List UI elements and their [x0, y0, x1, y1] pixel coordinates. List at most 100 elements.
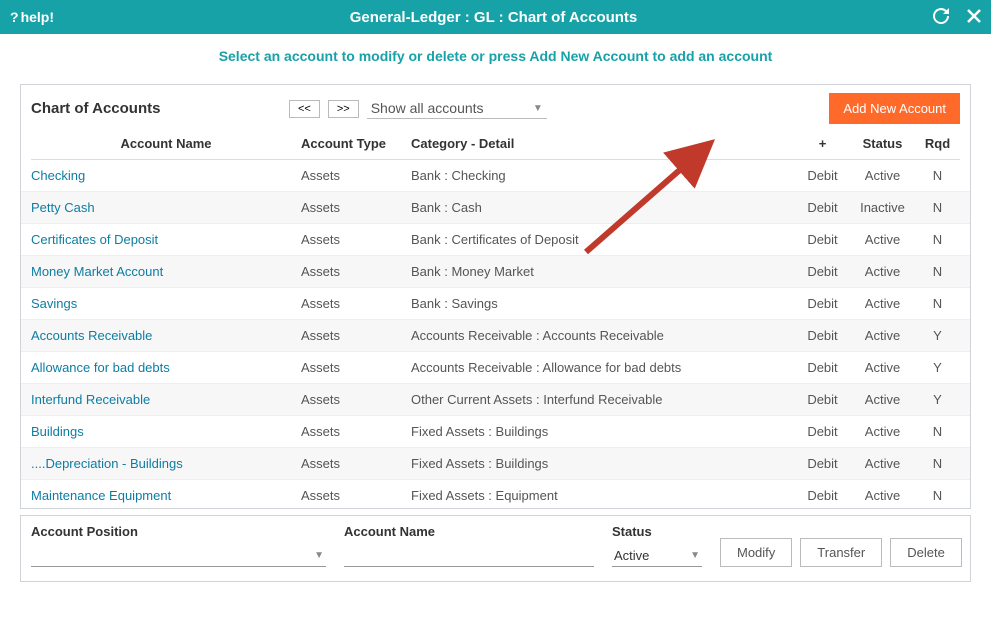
- account-category: Fixed Assets : Equipment: [411, 488, 795, 503]
- chevron-down-icon: ▼: [690, 550, 700, 561]
- account-category: Accounts Receivable : Accounts Receivabl…: [411, 328, 795, 343]
- account-link[interactable]: ....Depreciation - Buildings: [31, 456, 301, 471]
- table-row[interactable]: CheckingAssetsBank : CheckingDebitActive…: [21, 160, 970, 192]
- account-status: Active: [850, 168, 915, 183]
- table-row[interactable]: Accounts ReceivableAssetsAccounts Receiv…: [21, 320, 970, 352]
- account-rqd: N: [915, 296, 960, 311]
- help-icon: ?: [10, 9, 19, 25]
- account-position-label: Account Position: [31, 524, 326, 539]
- table-row[interactable]: Allowance for bad debtsAssetsAccounts Re…: [21, 352, 970, 384]
- account-rqd: N: [915, 200, 960, 215]
- account-plus: Debit: [795, 296, 850, 311]
- table-row[interactable]: ....Depreciation - BuildingsAssetsFixed …: [21, 448, 970, 480]
- add-new-account-button[interactable]: Add New Account: [829, 93, 960, 124]
- accounts-table[interactable]: CheckingAssetsBank : CheckingDebitActive…: [21, 160, 970, 508]
- status-select[interactable]: Active ▼: [612, 545, 702, 567]
- status-group: Status Active ▼: [612, 524, 702, 567]
- account-plus: Debit: [795, 424, 850, 439]
- window-title: General-Ledger : GL : Chart of Accounts: [54, 9, 933, 26]
- account-rqd: N: [915, 264, 960, 279]
- account-position-group: Account Position ▼: [31, 524, 326, 567]
- next-button[interactable]: >>: [328, 100, 359, 118]
- table-row[interactable]: SavingsAssetsBank : SavingsDebitActiveN: [21, 288, 970, 320]
- col-header-category: Category - Detail: [411, 136, 795, 151]
- account-type: Assets: [301, 328, 411, 343]
- footer-actions: Modify Transfer Delete: [720, 538, 962, 567]
- account-link[interactable]: Allowance for bad debts: [31, 360, 301, 375]
- account-plus: Debit: [795, 232, 850, 247]
- titlebar: ? help! General-Ledger : GL : Chart of A…: [0, 0, 991, 34]
- delete-button[interactable]: Delete: [890, 538, 962, 567]
- account-rqd: N: [915, 424, 960, 439]
- table-row[interactable]: BuildingsAssetsFixed Assets : BuildingsD…: [21, 416, 970, 448]
- table-row[interactable]: Money Market AccountAssetsBank : Money M…: [21, 256, 970, 288]
- account-status: Active: [850, 424, 915, 439]
- account-category: Bank : Cash: [411, 200, 795, 215]
- table-row[interactable]: Maintenance EquipmentAssetsFixed Assets …: [21, 480, 970, 508]
- col-header-name: Account Name: [31, 136, 301, 151]
- account-link[interactable]: Checking: [31, 168, 301, 183]
- account-category: Bank : Checking: [411, 168, 795, 183]
- account-rqd: Y: [915, 360, 960, 375]
- refresh-icon[interactable]: [933, 8, 949, 27]
- table-row[interactable]: Interfund ReceivableAssetsOther Current …: [21, 384, 970, 416]
- account-link[interactable]: Savings: [31, 296, 301, 311]
- main-container: Select an account to modify or delete or…: [0, 34, 991, 588]
- table-row[interactable]: Petty CashAssetsBank : CashDebitInactive…: [21, 192, 970, 224]
- panel-header: Chart of Accounts << >> Show all account…: [31, 93, 960, 124]
- account-category: Fixed Assets : Buildings: [411, 424, 795, 439]
- account-name-label: Account Name: [344, 524, 594, 539]
- account-plus: Debit: [795, 360, 850, 375]
- account-link[interactable]: Money Market Account: [31, 264, 301, 279]
- col-header-rqd: Rqd: [915, 136, 960, 151]
- prev-button[interactable]: <<: [289, 100, 320, 118]
- account-plus: Debit: [795, 328, 850, 343]
- account-type: Assets: [301, 360, 411, 375]
- account-link[interactable]: Certificates of Deposit: [31, 232, 301, 247]
- account-status: Active: [850, 264, 915, 279]
- filter-select[interactable]: Show all accounts ▼: [367, 98, 547, 119]
- transfer-button[interactable]: Transfer: [800, 538, 882, 567]
- account-rqd: Y: [915, 392, 960, 407]
- account-link[interactable]: Accounts Receivable: [31, 328, 301, 343]
- account-plus: Debit: [795, 456, 850, 471]
- panel-title: Chart of Accounts: [31, 100, 281, 117]
- account-type: Assets: [301, 392, 411, 407]
- status-value: Active: [614, 548, 649, 563]
- col-header-type: Account Type: [301, 136, 411, 151]
- account-plus: Debit: [795, 392, 850, 407]
- account-position-input[interactable]: ▼: [31, 545, 326, 567]
- account-status: Active: [850, 488, 915, 503]
- col-header-plus: +: [795, 136, 850, 151]
- account-rqd: N: [915, 488, 960, 503]
- account-name-input[interactable]: [344, 545, 594, 567]
- account-status: Active: [850, 392, 915, 407]
- account-type: Assets: [301, 168, 411, 183]
- account-plus: Debit: [795, 264, 850, 279]
- account-plus: Debit: [795, 168, 850, 183]
- account-type: Assets: [301, 424, 411, 439]
- account-status: Inactive: [850, 200, 915, 215]
- account-status: Active: [850, 328, 915, 343]
- account-name-group: Account Name: [344, 524, 594, 567]
- account-type: Assets: [301, 264, 411, 279]
- table-header: Account Name Account Type Category - Det…: [31, 132, 960, 160]
- account-type: Assets: [301, 488, 411, 503]
- account-category: Accounts Receivable : Allowance for bad …: [411, 360, 795, 375]
- footer-panel: Account Position ▼ Account Name Status A…: [20, 515, 971, 582]
- close-icon[interactable]: [967, 9, 981, 26]
- account-link[interactable]: Buildings: [31, 424, 301, 439]
- table-row[interactable]: Certificates of DepositAssetsBank : Cert…: [21, 224, 970, 256]
- account-rqd: N: [915, 232, 960, 247]
- help-link[interactable]: ? help!: [10, 9, 54, 25]
- modify-button[interactable]: Modify: [720, 538, 792, 567]
- account-status: Active: [850, 296, 915, 311]
- account-link[interactable]: Maintenance Equipment: [31, 488, 301, 503]
- account-rqd: N: [915, 456, 960, 471]
- account-link[interactable]: Interfund Receivable: [31, 392, 301, 407]
- account-category: Other Current Assets : Interfund Receiva…: [411, 392, 795, 407]
- account-plus: Debit: [795, 488, 850, 503]
- account-link[interactable]: Petty Cash: [31, 200, 301, 215]
- account-status: Active: [850, 232, 915, 247]
- account-rqd: N: [915, 168, 960, 183]
